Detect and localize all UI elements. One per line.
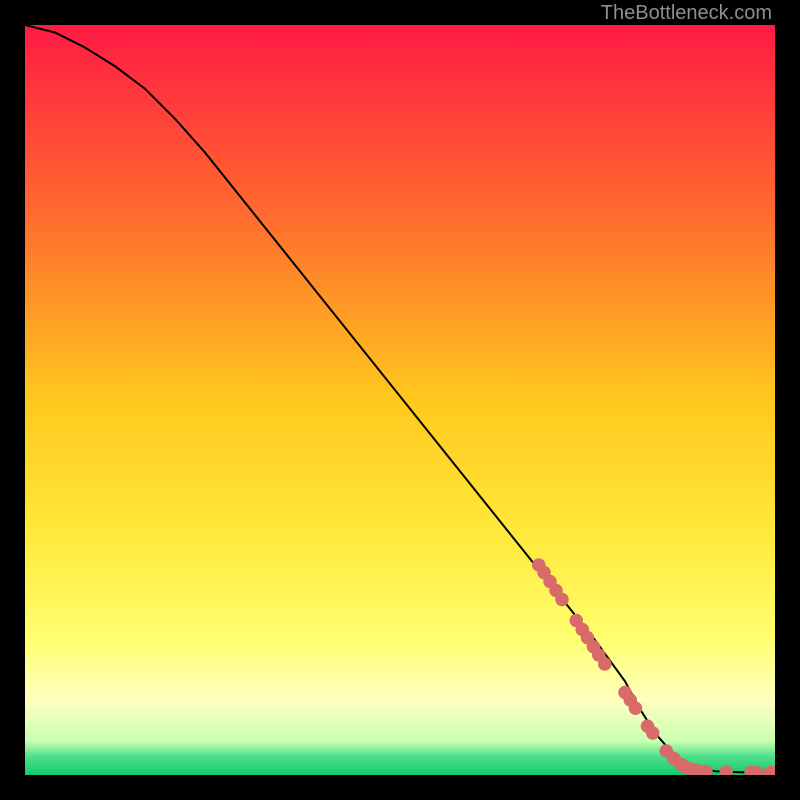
data-marker <box>598 657 612 671</box>
data-marker <box>555 593 569 607</box>
gradient-background <box>25 25 775 775</box>
data-marker <box>646 726 660 740</box>
data-marker <box>629 702 643 716</box>
plot-area <box>25 25 775 775</box>
chart-frame: TheBottleneck.com <box>0 0 800 800</box>
chart-svg <box>25 25 775 775</box>
watermark-text: TheBottleneck.com <box>601 2 772 25</box>
